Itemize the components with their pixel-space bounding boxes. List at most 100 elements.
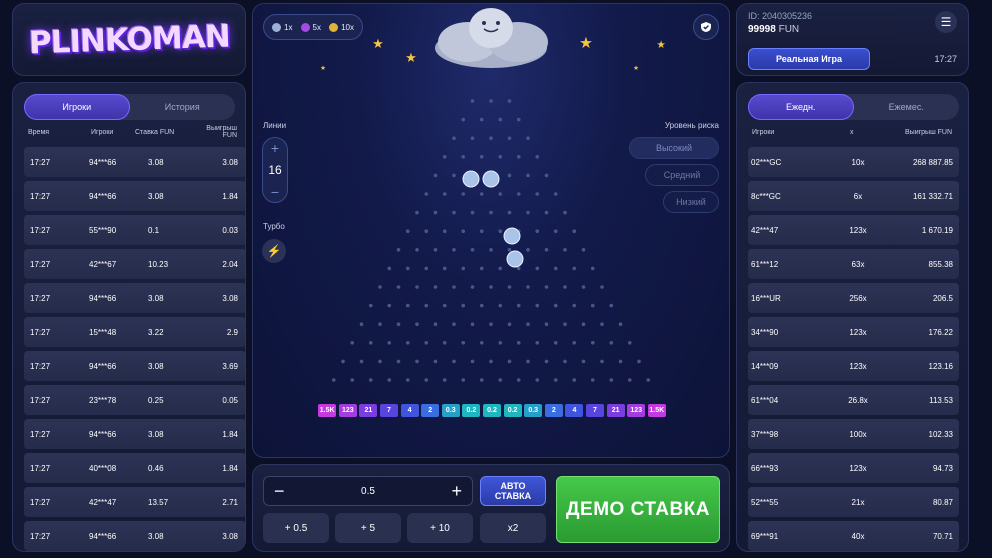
cell-time: 17:27 bbox=[30, 226, 51, 235]
peg bbox=[452, 210, 456, 215]
peg bbox=[581, 322, 586, 327]
cell-win: 0.05 bbox=[222, 396, 238, 405]
peg bbox=[442, 266, 447, 271]
add-10-button[interactable]: + 10 bbox=[407, 513, 473, 543]
peg bbox=[563, 210, 567, 215]
peg bbox=[461, 378, 466, 382]
peg bbox=[415, 359, 419, 364]
turbo-label: Турбо bbox=[263, 222, 285, 231]
cell-time: 17:27 bbox=[30, 158, 51, 167]
bet-amount-field[interactable]: − 0.5 + bbox=[263, 476, 473, 506]
peg bbox=[424, 303, 429, 308]
peg bbox=[359, 322, 364, 327]
peg bbox=[461, 266, 466, 271]
tab-monthly[interactable]: Ежемес. bbox=[854, 94, 960, 120]
peg bbox=[526, 173, 530, 178]
multiplier-slot: 1.5K bbox=[647, 404, 666, 417]
peg bbox=[544, 173, 549, 178]
peg bbox=[535, 192, 540, 196]
add-0.5-button[interactable]: + 0.5 bbox=[263, 513, 329, 543]
peg-grid bbox=[331, 99, 651, 382]
tab-history[interactable]: История bbox=[130, 94, 236, 120]
cell-time: 17:27 bbox=[30, 532, 51, 541]
bet-increase-button[interactable]: + bbox=[451, 482, 462, 500]
peg bbox=[341, 359, 345, 364]
peg bbox=[553, 192, 558, 196]
risk-low-button[interactable]: Низкий bbox=[663, 191, 719, 213]
peg bbox=[553, 341, 558, 345]
peg bbox=[461, 117, 466, 122]
risk-label: Уровень риска bbox=[664, 121, 719, 130]
tab-players[interactable]: Игроки bbox=[24, 94, 130, 120]
peg bbox=[405, 341, 410, 345]
table-row: 17:27 94***66 3.08 3.08 bbox=[24, 283, 245, 313]
add-5-button[interactable]: + 5 bbox=[335, 513, 401, 543]
peg bbox=[498, 303, 503, 308]
lines-increase-button[interactable]: + bbox=[271, 141, 279, 155]
peg bbox=[405, 229, 410, 233]
fairness-button[interactable] bbox=[693, 14, 719, 40]
top-wins-panel: Ежедн. Ежемес. Игроки x Выигрыш FUN 02**… bbox=[736, 82, 969, 552]
peg bbox=[424, 341, 429, 345]
peg bbox=[627, 341, 632, 345]
multiplier-slot: 2 bbox=[421, 404, 440, 417]
peg bbox=[415, 285, 419, 289]
plinkoman-logo: PLINKOMAN bbox=[28, 18, 230, 61]
tab-daily[interactable]: Ежедн. bbox=[748, 94, 854, 120]
peg bbox=[526, 136, 530, 140]
cell-player: 02***GC bbox=[751, 158, 782, 167]
menu-button[interactable]: ☰ bbox=[935, 11, 957, 33]
multiplier-slot: 1.5K bbox=[318, 404, 337, 417]
cell-win: 176.22 bbox=[928, 328, 953, 337]
peg bbox=[433, 285, 438, 289]
peg bbox=[479, 155, 484, 159]
lines-decrease-button[interactable]: − bbox=[271, 185, 279, 199]
peg bbox=[368, 378, 373, 382]
risk-medium-button[interactable]: Средний bbox=[645, 164, 719, 186]
lines-stepper: + 16 − bbox=[262, 137, 288, 203]
live-bets-tabs: Игроки История bbox=[24, 94, 235, 120]
cell-bet: 3.08 bbox=[148, 532, 164, 541]
cell-player: 55***90 bbox=[89, 226, 117, 235]
peg bbox=[442, 341, 447, 345]
bet-controls-panel: − 0.5 + АВТО СТАВКА + 0.5 + 5 + 10 x2 ДЕ… bbox=[252, 464, 730, 552]
peg bbox=[581, 248, 586, 252]
cell-time: 17:27 bbox=[30, 260, 51, 269]
cell-win: 80.87 bbox=[932, 498, 953, 507]
real-game-button[interactable]: Реальная Игра bbox=[748, 48, 870, 70]
cell-bet: 13.57 bbox=[148, 498, 169, 507]
peg bbox=[498, 378, 503, 382]
peg bbox=[396, 248, 401, 252]
cell-mult: 256x bbox=[849, 294, 867, 303]
peg bbox=[526, 285, 530, 289]
peg bbox=[637, 359, 641, 364]
table-row: 17:27 94***66 3.08 3.08 bbox=[24, 147, 245, 177]
auto-bet-button[interactable]: АВТО СТАВКА bbox=[480, 476, 546, 506]
peg bbox=[544, 210, 549, 215]
peg bbox=[544, 248, 549, 252]
demo-bet-button[interactable]: ДЕМО СТАВКА bbox=[556, 476, 720, 543]
peg bbox=[479, 303, 484, 308]
cell-time: 17:27 bbox=[30, 192, 51, 201]
bet-amount-value[interactable]: 0.5 bbox=[361, 486, 375, 497]
turbo-toggle[interactable]: ⚡ bbox=[262, 239, 286, 263]
double-bet-button[interactable]: x2 bbox=[480, 513, 546, 543]
star: ★ bbox=[633, 64, 639, 72]
multiplier-slot: 2 bbox=[544, 404, 563, 417]
peg bbox=[424, 192, 429, 196]
peg bbox=[600, 322, 604, 327]
risk-high-button[interactable]: Высокий bbox=[629, 137, 719, 159]
cell-player: 23***78 bbox=[89, 396, 117, 405]
cell-win: 1 670.19 bbox=[921, 226, 953, 235]
ball-5x-icon bbox=[300, 22, 310, 32]
peg bbox=[600, 285, 604, 289]
table-row: 17:27 94***66 3.08 3.08 bbox=[24, 521, 245, 551]
table-row: 61***12 63x 855.38 bbox=[748, 249, 959, 279]
top-wins-tabs: Ежедн. Ежемес. bbox=[748, 94, 959, 120]
bet-decrease-button[interactable]: − bbox=[274, 482, 285, 500]
cell-mult: 123x bbox=[849, 464, 867, 473]
peg bbox=[516, 266, 521, 271]
peg bbox=[590, 341, 595, 345]
peg bbox=[572, 303, 577, 308]
peg bbox=[618, 359, 623, 364]
